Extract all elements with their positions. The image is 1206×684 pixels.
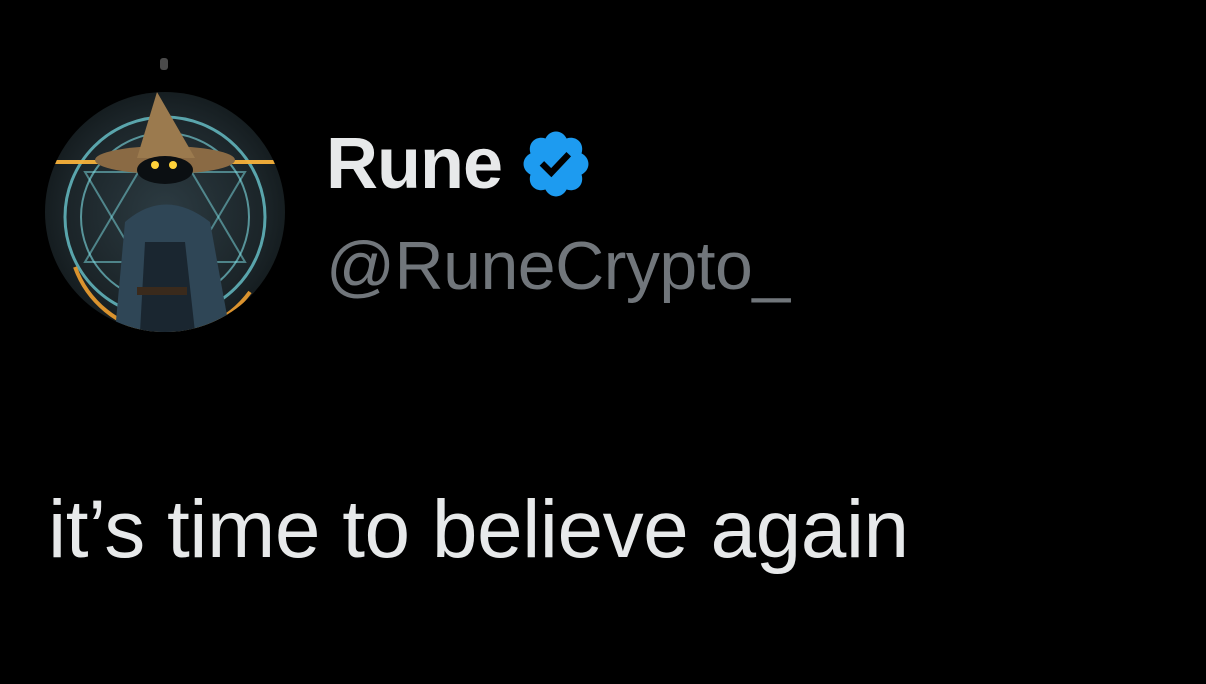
tweet-card: Rune @RuneCrypto_ it’s time to believe a… [0,0,1206,684]
name-row: Rune [326,124,790,204]
verified-badge-icon [523,131,589,197]
handle[interactable]: @RuneCrypto_ [326,226,790,306]
display-name[interactable]: Rune [326,124,503,204]
author-block: Rune @RuneCrypto_ [326,124,790,306]
tweet-text: it’s time to believe again [48,484,909,575]
avatar[interactable] [45,92,285,332]
wizard-avatar-icon [45,92,285,332]
divider-dot [160,58,168,70]
